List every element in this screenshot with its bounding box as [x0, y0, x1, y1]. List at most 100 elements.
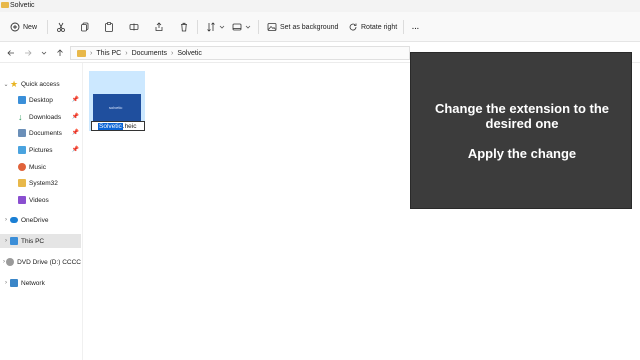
sidebar-item-onedrive[interactable]: › OneDrive	[0, 213, 81, 227]
more-options-button[interactable]: ...	[412, 19, 419, 35]
view-icon	[232, 23, 242, 31]
chevron-right-icon: ›	[125, 49, 128, 57]
chevron-down-icon	[219, 25, 225, 29]
sort-button[interactable]	[206, 19, 225, 35]
sidebar-item-pictures[interactable]: Pictures 📌	[0, 143, 81, 157]
rename-selected-text: Solvetic	[98, 122, 123, 130]
sidebar-item-label: Desktop	[29, 96, 53, 104]
chevron-right-icon: ›	[90, 49, 93, 57]
sidebar-divider	[82, 63, 83, 360]
new-label: New	[23, 23, 38, 31]
rotate-right-label: Rotate right	[361, 23, 398, 31]
instruction-overlay: Change the extension to the desired one …	[410, 52, 632, 209]
sidebar-item-system32[interactable]: System32	[0, 176, 81, 190]
breadcrumb-this-pc[interactable]: This PC	[96, 50, 121, 57]
pin-icon[interactable]: 📌	[72, 113, 79, 120]
image-icon	[267, 23, 277, 31]
star-icon: ★	[10, 79, 19, 89]
forward-button[interactable]	[22, 47, 34, 59]
chevron-right-icon[interactable]: ›	[2, 238, 10, 244]
sidebar-item-music[interactable]: Music	[0, 160, 81, 174]
sidebar-item-label: Videos	[29, 196, 49, 204]
set-as-background-button[interactable]: Set as background	[267, 19, 338, 35]
paste-button[interactable]	[104, 19, 114, 35]
cut-button[interactable]	[56, 19, 66, 35]
command-bar: New Set as background Rotate right ...	[0, 12, 640, 42]
folder-icon	[18, 179, 26, 187]
pin-icon[interactable]: 📌	[72, 96, 79, 103]
sidebar-item-label: Quick access	[21, 80, 60, 88]
sidebar-item-videos[interactable]: Videos	[0, 193, 81, 207]
sidebar-item-documents[interactable]: Documents 📌	[0, 126, 81, 140]
copy-icon	[81, 22, 89, 32]
breadcrumb-solvetic[interactable]: Solvetic	[177, 50, 202, 57]
sidebar-item-label: DVD Drive (D:) CCCC	[17, 258, 81, 266]
up-button[interactable]	[54, 47, 66, 59]
sidebar-item-desktop[interactable]: Desktop 📌	[0, 93, 81, 107]
file-thumbnail: solvetic	[93, 94, 141, 121]
plus-circle-icon	[10, 22, 20, 32]
rotate-right-button[interactable]: Rotate right	[348, 19, 397, 35]
sidebar-item-label: Downloads	[29, 113, 62, 121]
cloud-icon	[10, 217, 18, 223]
breadcrumb-documents[interactable]: Documents	[132, 50, 167, 57]
sidebar-item-downloads[interactable]: ↓ Downloads 📌	[0, 110, 81, 124]
pin-icon[interactable]: 📌	[72, 146, 79, 153]
sidebar-item-dvd-drive[interactable]: › DVD Drive (D:) CCCC	[0, 255, 81, 269]
arrow-left-icon	[7, 50, 14, 56]
rename-input[interactable]: Solvetic .heic	[91, 121, 145, 131]
back-button[interactable]	[5, 47, 17, 59]
sidebar-item-label: System32	[29, 179, 58, 187]
share-icon	[155, 22, 163, 31]
pin-icon[interactable]: 📌	[72, 129, 79, 136]
chevron-right-icon: ›	[171, 49, 174, 57]
rename-icon	[129, 23, 139, 31]
folder-icon	[77, 49, 86, 57]
sort-icon	[207, 22, 215, 32]
scissors-icon	[57, 22, 65, 32]
delete-button[interactable]	[179, 19, 189, 35]
paste-icon	[105, 22, 113, 32]
instruction-line-1: Change the extension to the	[434, 101, 610, 116]
download-icon: ↓	[18, 112, 23, 122]
breadcrumb[interactable]: › This PC › Documents › Solvetic	[70, 46, 410, 60]
more-icon: ...	[412, 23, 420, 31]
documents-icon	[18, 129, 26, 137]
set-as-background-label: Set as background	[280, 23, 339, 31]
thumbnail-logo: solvetic	[109, 105, 123, 110]
title-bar: Solvetic	[0, 0, 640, 12]
rename-button[interactable]	[129, 19, 139, 35]
chevron-down-icon[interactable]: ⌄	[2, 81, 10, 88]
view-button[interactable]	[232, 19, 251, 35]
sidebar-item-network[interactable]: › Network	[0, 276, 81, 290]
chevron-down-icon	[245, 25, 251, 29]
rename-extension-text: .heic	[122, 122, 137, 130]
pictures-icon	[18, 146, 26, 154]
sidebar-item-label: Documents	[29, 129, 62, 137]
dvd-icon	[6, 258, 15, 266]
sidebar-item-quick-access[interactable]: ⌄ ★ Quick access	[0, 77, 81, 91]
music-icon	[18, 163, 26, 171]
recent-locations-button[interactable]	[38, 47, 50, 59]
chevron-right-icon[interactable]: ›	[2, 217, 10, 223]
sidebar-item-label: Network	[21, 279, 45, 287]
arrow-up-icon	[57, 49, 63, 56]
instruction-line-3: Apply the change	[467, 146, 577, 161]
videos-icon	[18, 196, 26, 204]
navigation-pane: ⌄ ★ Quick access Desktop 📌 ↓ Downloads 📌…	[0, 70, 82, 360]
trash-icon	[181, 22, 187, 32]
chevron-right-icon[interactable]: ›	[2, 280, 10, 286]
sidebar-item-label: OneDrive	[21, 216, 49, 224]
arrow-right-icon	[25, 50, 32, 56]
rotate-right-icon	[349, 23, 357, 31]
sidebar-item-this-pc[interactable]: › This PC	[0, 234, 81, 248]
chevron-down-icon	[41, 51, 47, 55]
copy-button[interactable]	[80, 19, 90, 35]
pc-icon	[10, 237, 18, 245]
new-button[interactable]: New	[10, 19, 37, 35]
sidebar-item-label: Music	[29, 163, 46, 171]
desktop-icon	[18, 96, 26, 104]
window-title: Solvetic	[10, 2, 35, 9]
share-button[interactable]	[154, 19, 164, 35]
instruction-line-2: desired one	[485, 116, 559, 131]
